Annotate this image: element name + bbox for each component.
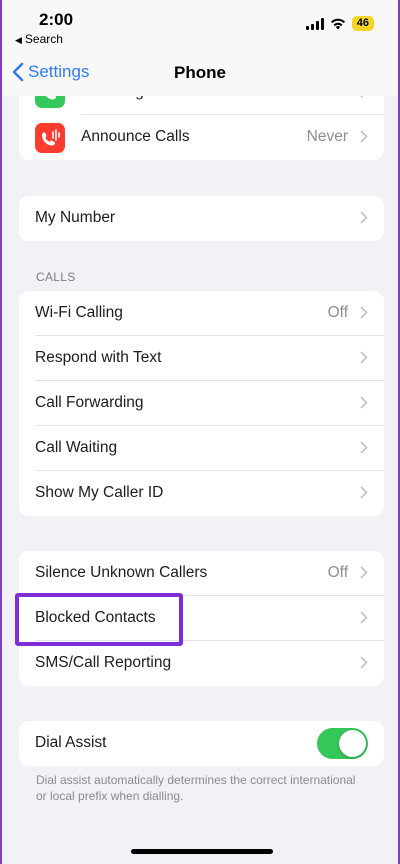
wifi-calling-label: Wi-Fi Calling bbox=[35, 304, 123, 321]
show-caller-id-label: Show My Caller ID bbox=[35, 484, 164, 501]
home-indicator[interactable] bbox=[131, 849, 273, 854]
back-triangle-icon: ◀ bbox=[15, 35, 22, 45]
chevron-right-icon bbox=[360, 611, 368, 624]
chevron-right-icon bbox=[360, 656, 368, 669]
status-bar: 2:00 ◀ Search 46 bbox=[2, 0, 398, 50]
chevron-right-icon bbox=[360, 566, 368, 579]
dial-assist-label: Dial Assist bbox=[35, 734, 107, 751]
chevron-right-icon bbox=[360, 396, 368, 409]
wifi-icon bbox=[330, 18, 345, 29]
chevron-right-icon bbox=[360, 130, 368, 143]
call-forwarding-row[interactable]: Call Forwarding bbox=[19, 381, 384, 426]
battery-indicator: 46 bbox=[351, 16, 374, 31]
announce-calls-label: Announce Calls bbox=[81, 128, 190, 145]
back-to-app-link[interactable]: ◀ Search bbox=[15, 32, 63, 46]
calls-section-header: CALLS bbox=[36, 270, 76, 284]
call-waiting-row[interactable]: Call Waiting bbox=[19, 426, 384, 471]
cellular-signal-icon bbox=[305, 17, 324, 30]
respond-with-text-row[interactable]: Respond with Text bbox=[19, 336, 384, 381]
call-forwarding-label: Call Forwarding bbox=[35, 394, 144, 411]
silence-unknown-callers-label: Silence Unknown Callers bbox=[35, 564, 208, 581]
dial-assist-footnote: Dial assist automatically determines the… bbox=[36, 773, 356, 803]
toggle-knob bbox=[339, 730, 366, 757]
show-caller-id-row[interactable]: Show My Caller ID bbox=[19, 471, 384, 516]
announce-calls-icon bbox=[35, 123, 65, 153]
sms-call-reporting-label: SMS/Call Reporting bbox=[35, 654, 172, 671]
page-title: Phone bbox=[174, 63, 226, 82]
calls-group: Wi-Fi Calling Off Respond with Text Call… bbox=[19, 291, 384, 516]
dial-assist-toggle[interactable] bbox=[317, 728, 368, 759]
chevron-right-icon bbox=[360, 211, 368, 224]
dial-assist-group: Dial Assist bbox=[19, 721, 384, 766]
status-icons: 46 bbox=[305, 16, 374, 31]
silence-unknown-callers-row[interactable]: Silence Unknown Callers Off bbox=[19, 551, 384, 596]
dial-assist-row: Dial Assist bbox=[19, 721, 384, 766]
chevron-right-icon bbox=[360, 486, 368, 499]
my-number-group: My Number bbox=[19, 196, 384, 241]
back-app-label: Search bbox=[24, 32, 63, 46]
call-waiting-label: Call Waiting bbox=[35, 439, 118, 456]
my-number-row[interactable]: My Number bbox=[19, 196, 384, 241]
wifi-calling-row[interactable]: Wi-Fi Calling Off bbox=[19, 291, 384, 336]
sms-call-reporting-row[interactable]: SMS/Call Reporting bbox=[19, 641, 384, 686]
silence-unknown-callers-value: Off bbox=[327, 564, 348, 581]
chevron-right-icon bbox=[360, 441, 368, 454]
blocked-contacts-highlight bbox=[15, 593, 183, 646]
navigation-bar: Settings Phone bbox=[2, 50, 398, 96]
announce-calls-value: Never bbox=[306, 128, 348, 145]
my-number-label: My Number bbox=[35, 209, 116, 226]
announce-calls-row[interactable]: Announce Calls Never bbox=[19, 115, 384, 160]
wifi-calling-value: Off bbox=[327, 304, 348, 321]
chevron-right-icon bbox=[360, 351, 368, 364]
chevron-right-icon bbox=[360, 306, 368, 319]
status-time: 2:00 bbox=[39, 10, 74, 29]
respond-with-text-label: Respond with Text bbox=[35, 349, 162, 366]
